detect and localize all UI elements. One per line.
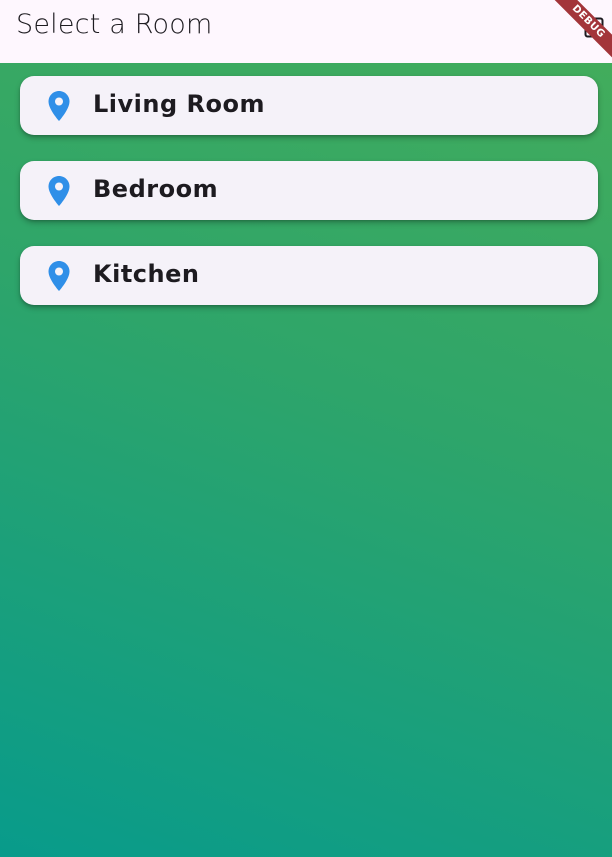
app-bar: Select a Room (0, 0, 612, 63)
page-title: Select a Room (16, 9, 213, 40)
app-screen: Select a Room DEBUG Living Room Bedroom (0, 0, 612, 857)
location-pin-icon (48, 261, 70, 291)
location-pin-icon (48, 176, 70, 206)
room-picker-icon[interactable] (584, 16, 604, 38)
room-label: Living Room (93, 90, 265, 118)
room-label: Kitchen (93, 260, 200, 288)
room-card-living-room[interactable]: Living Room (20, 76, 598, 135)
room-card-kitchen[interactable]: Kitchen (20, 246, 598, 305)
room-list: Living Room Bedroom Kitchen (20, 76, 598, 331)
room-card-bedroom[interactable]: Bedroom (20, 161, 598, 220)
room-label: Bedroom (93, 175, 219, 203)
location-pin-icon (48, 91, 70, 121)
